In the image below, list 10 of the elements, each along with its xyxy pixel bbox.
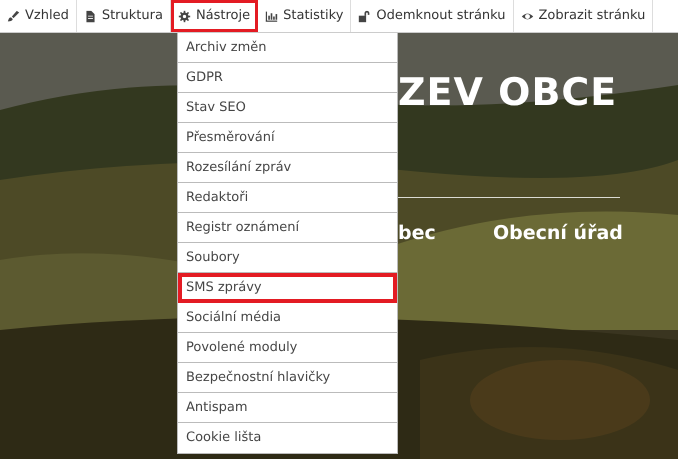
bar-chart-icon: [265, 10, 278, 22]
document-icon: [84, 10, 97, 22]
unlocked-padlock-icon: [358, 10, 372, 22]
toolbar-tab[interactable]: Nástroje: [170, 0, 258, 32]
menu-item[interactable]: SMS zprávy: [178, 273, 397, 303]
nav-link[interactable]: bec: [398, 219, 436, 248]
gear-icon: [178, 10, 191, 22]
nav-link[interactable]: Obecní úřad: [493, 219, 623, 248]
brush-icon: [7, 10, 20, 22]
site-title: ZEV OBCE: [398, 69, 618, 116]
